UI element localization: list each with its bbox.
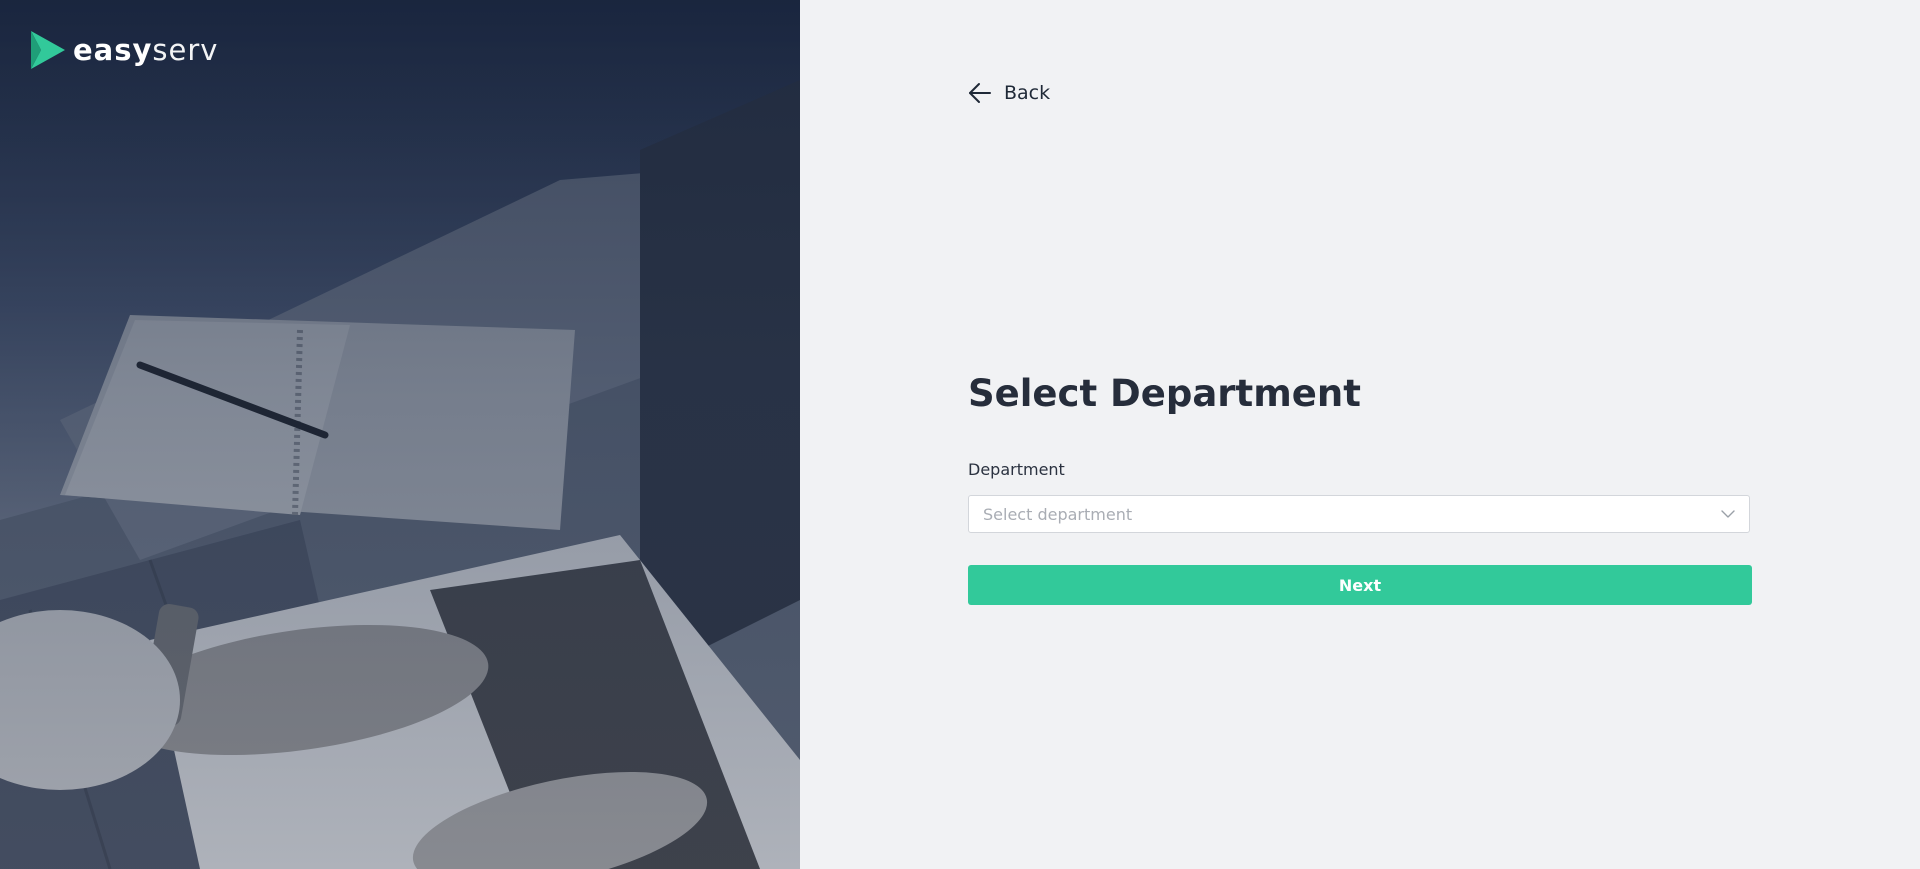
department-select[interactable]: Select department (968, 495, 1750, 533)
brand-logo-text-bold: easy (73, 32, 153, 67)
hero-overlay (0, 0, 800, 869)
brand-logo-text-light: serv (152, 32, 219, 67)
next-button[interactable]: Next (968, 565, 1752, 605)
back-link[interactable]: Back (968, 82, 1050, 104)
hero-image-panel: easyserv (0, 0, 800, 869)
page-title: Select Department (968, 372, 1361, 415)
department-select-placeholder: Select department (983, 504, 1133, 524)
login-flow-page: easyserv Back Select Department Departme… (0, 0, 1920, 869)
brand-logo-text: easyserv (73, 32, 219, 67)
form-panel: Back Select Department Department Select… (800, 0, 1920, 869)
chevron-down-icon (1721, 510, 1735, 518)
back-link-label: Back (1004, 82, 1051, 104)
arrow-left-icon (969, 83, 991, 103)
department-field-label: Department (968, 460, 1065, 479)
play-logo-icon (31, 31, 65, 69)
brand-logo: easyserv (29, 29, 218, 71)
